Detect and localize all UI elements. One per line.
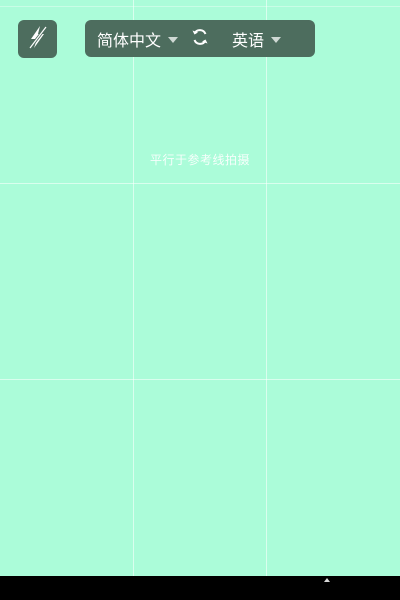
grid-line-horizontal-top (0, 183, 400, 184)
caret-down-icon (168, 36, 179, 43)
nav-indicator-icon (324, 578, 330, 582)
shooting-hint: 平行于参考线拍摄 (149, 153, 250, 167)
system-navigation-bar (0, 576, 400, 600)
target-language-dropdown[interactable]: 英语 (232, 27, 282, 51)
source-language-dropdown[interactable]: 简体中文 (97, 27, 179, 51)
swap-languages-button[interactable] (190, 27, 210, 51)
language-selector-bar: 简体中文 英语 (85, 20, 315, 57)
flash-off-icon (26, 24, 50, 54)
top-edge-line (0, 6, 400, 7)
swap-icon (190, 27, 210, 51)
camera-viewfinder[interactable]: 简体中文 英语 平行于参考线拍摄 (0, 0, 400, 576)
flash-toggle-button[interactable] (18, 20, 57, 58)
caret-down-icon (271, 36, 282, 43)
grid-line-horizontal-bottom (0, 379, 400, 380)
target-language-label: 英语 (232, 30, 265, 50)
camera-translate-screen: 简体中文 英语 平行于参考线拍摄 (0, 0, 400, 600)
grid-line-vertical-right (266, 0, 267, 576)
source-language-label: 简体中文 (97, 30, 162, 50)
grid-line-vertical-left (133, 0, 134, 576)
